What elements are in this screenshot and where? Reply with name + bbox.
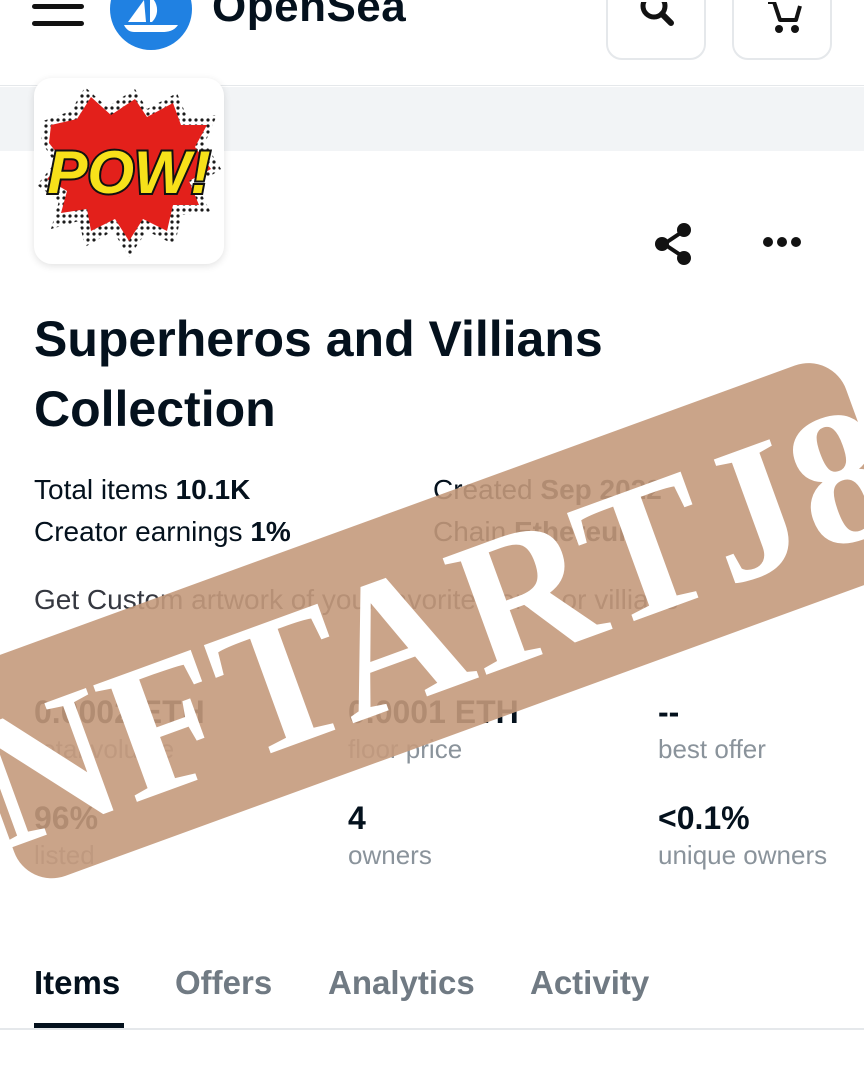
more-options-button[interactable] bbox=[756, 222, 808, 266]
created-value: Sep 2022 bbox=[540, 474, 662, 505]
chain-value: Ethereum bbox=[513, 516, 644, 547]
floor-price-label: floor price bbox=[348, 734, 463, 764]
tab-offers[interactable]: Offers bbox=[175, 964, 272, 1002]
more-horizontal-icon bbox=[763, 237, 801, 247]
creator-earnings-label: Creator earnings bbox=[34, 516, 243, 547]
search-button[interactable] bbox=[606, 0, 706, 60]
created-label: Created bbox=[433, 474, 533, 505]
tab-analytics[interactable]: Analytics bbox=[328, 964, 475, 1002]
total-items-label: Total items bbox=[34, 474, 168, 505]
search-icon bbox=[640, 2, 674, 26]
pow-comic-image: POW! bbox=[37, 87, 221, 257]
owners-value: 4 bbox=[348, 800, 366, 836]
hamburger-line bbox=[32, 4, 84, 9]
hamburger-menu-icon[interactable] bbox=[32, 0, 84, 30]
top-navigation-bar: OpenSea bbox=[0, 0, 864, 86]
listed-label: listed bbox=[34, 840, 95, 870]
chain-detail: Chain Ethereum bbox=[433, 516, 643, 548]
cart-button[interactable] bbox=[732, 0, 832, 60]
opensea-logo-icon[interactable] bbox=[110, 0, 192, 50]
hamburger-line bbox=[32, 21, 84, 26]
tab-items[interactable]: Items bbox=[34, 964, 120, 1002]
share-button[interactable] bbox=[648, 218, 700, 270]
share-icon bbox=[655, 223, 691, 265]
shopping-cart-icon bbox=[768, 2, 802, 33]
floor-price-value: 0.0001 ETH bbox=[348, 694, 519, 730]
active-tab-indicator bbox=[34, 1023, 124, 1028]
collection-avatar[interactable]: POW! bbox=[34, 78, 224, 264]
total-volume-label: total volume bbox=[34, 734, 175, 764]
listed-value: 96% bbox=[34, 800, 99, 836]
chain-label: Chain bbox=[433, 516, 507, 547]
collection-description: Get Custom artwork of your favorite hero… bbox=[34, 584, 679, 615]
creator-earnings-detail: Creator earnings 1% bbox=[34, 516, 291, 548]
collection-title: Superheros and Villians Collection bbox=[34, 311, 603, 437]
pow-text: POW! bbox=[47, 139, 210, 206]
unique-owners-label: unique owners bbox=[658, 840, 828, 870]
total-items-value: 10.1K bbox=[175, 474, 251, 505]
collection-tabs: Items Offers Analytics Activity bbox=[0, 950, 864, 1030]
owners-label: owners bbox=[348, 840, 432, 870]
best-offer-label: best offer bbox=[658, 734, 766, 764]
unique-owners-value: <0.1% bbox=[658, 800, 750, 836]
tab-activity[interactable]: Activity bbox=[530, 964, 649, 1002]
total-volume-value: 0.0002 ETH bbox=[34, 694, 205, 730]
creator-earnings-value: 1% bbox=[250, 516, 291, 547]
brand-name[interactable]: OpenSea bbox=[212, 0, 406, 32]
best-offer-value: -- bbox=[658, 694, 680, 730]
opensea-boat-icon bbox=[124, 0, 178, 32]
created-detail: Created Sep 2022 bbox=[433, 474, 662, 506]
total-items-detail: Total items 10.1K bbox=[34, 474, 250, 506]
